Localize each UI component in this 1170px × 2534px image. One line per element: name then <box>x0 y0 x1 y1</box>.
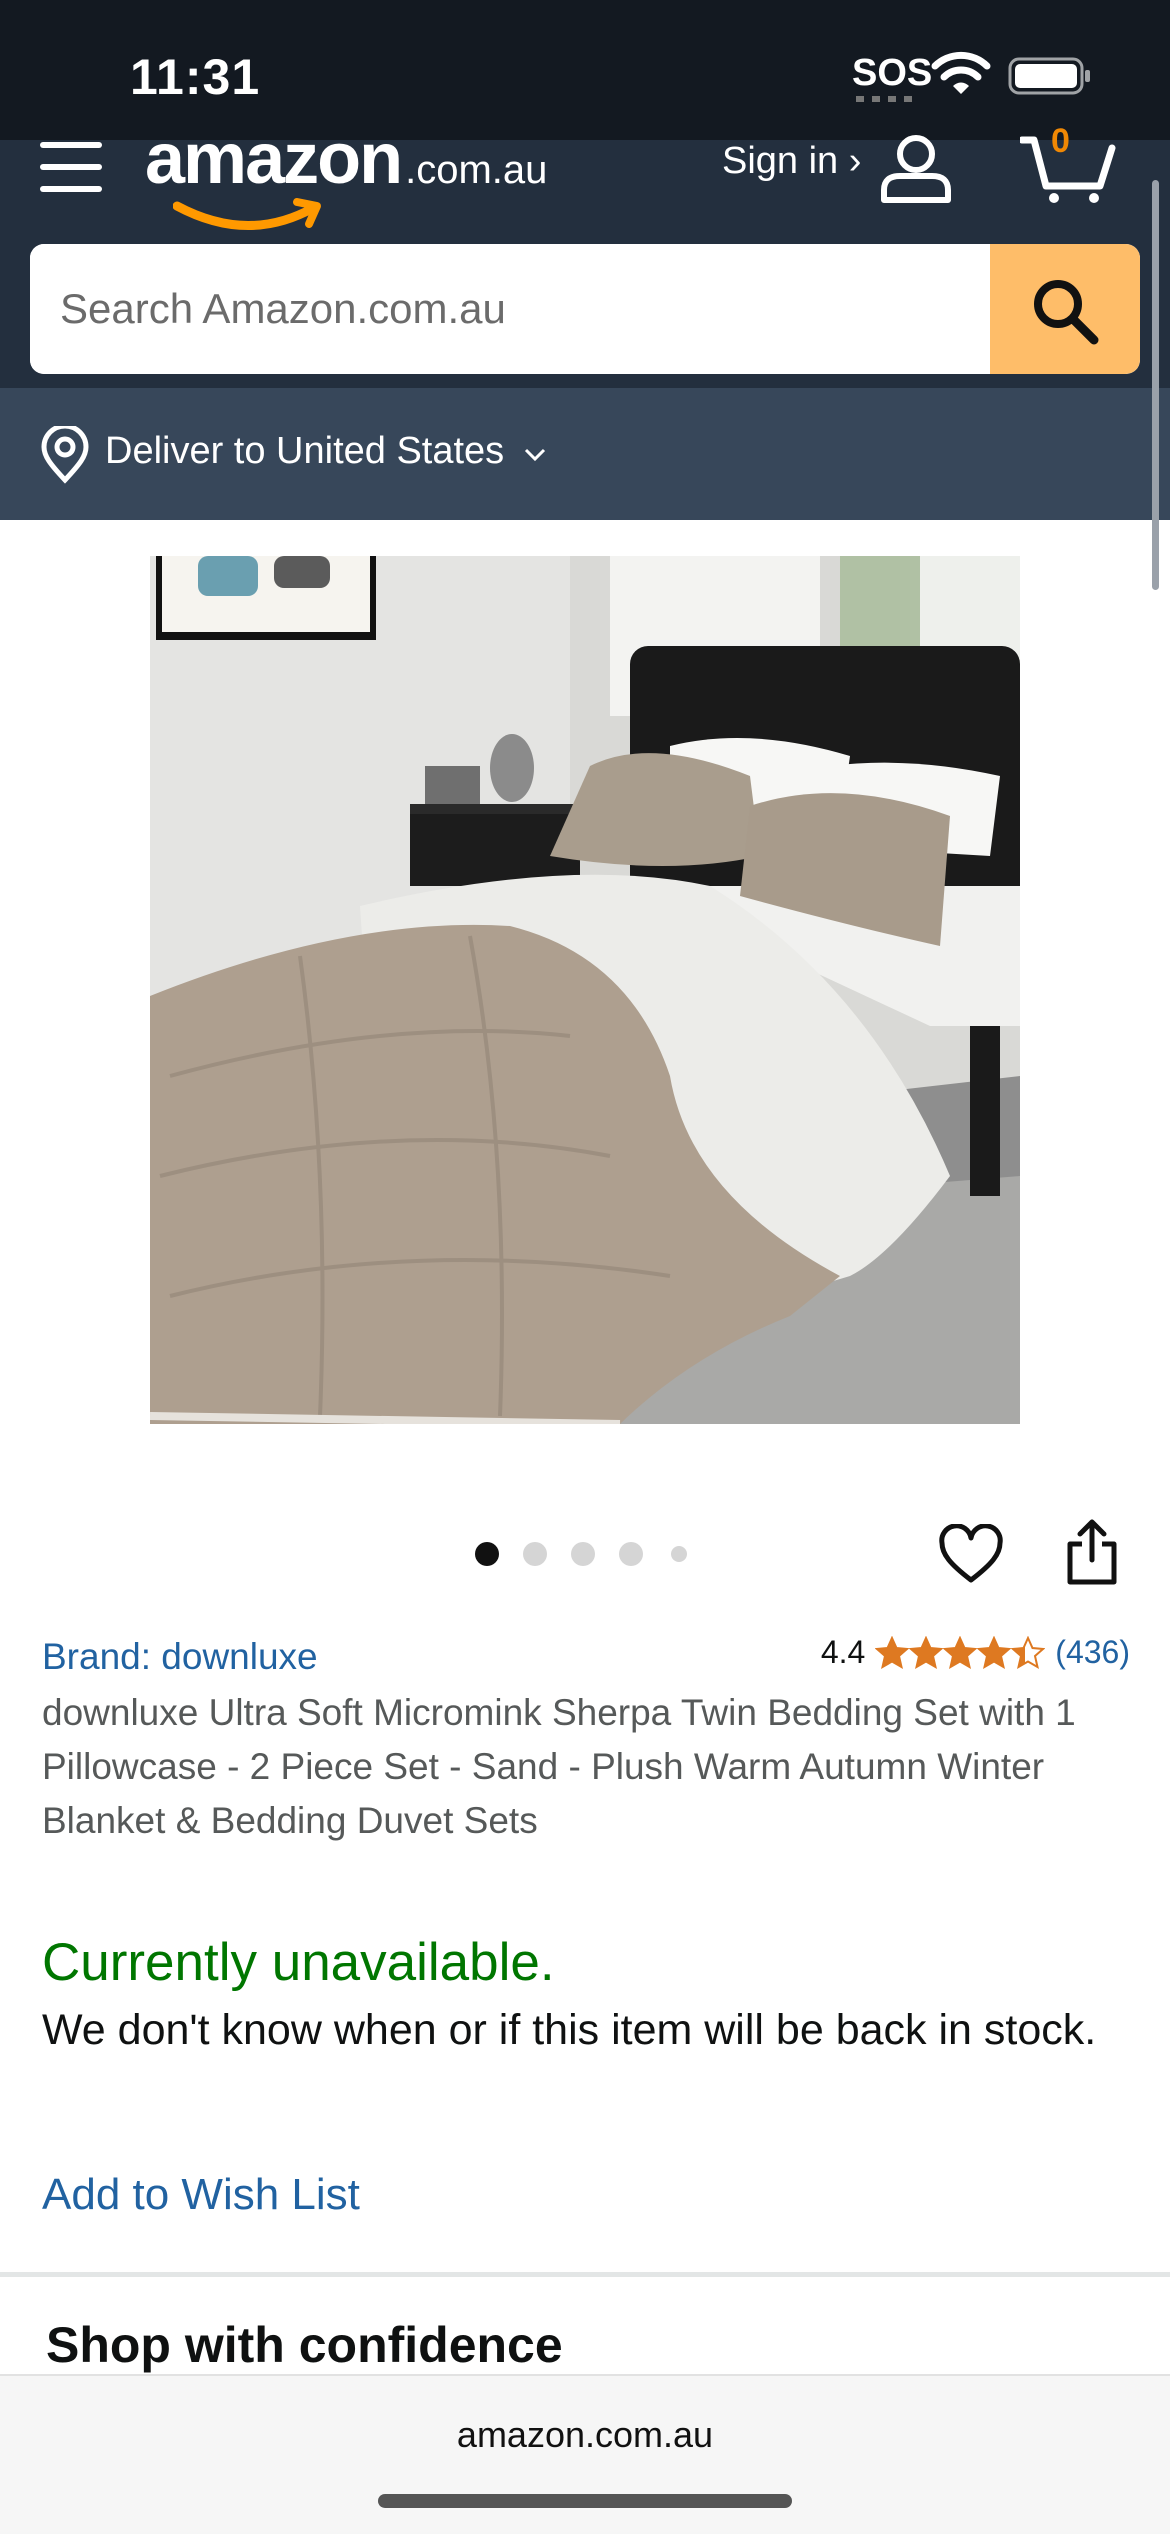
heart-icon[interactable] <box>938 1524 1004 1586</box>
sign-in-link[interactable]: Sign in › <box>722 140 861 183</box>
carousel-dot[interactable] <box>571 1542 595 1566</box>
section-divider <box>0 2272 1170 2277</box>
status-time: 11:31 <box>130 49 261 105</box>
rating-summary[interactable]: 4.4 (436) <box>821 1634 1130 1671</box>
product-image[interactable] <box>150 556 1020 1424</box>
chevron-down-icon <box>524 448 546 462</box>
add-to-wish-list-link[interactable]: Add to Wish List <box>42 2170 360 2220</box>
star-icon <box>875 1635 910 1669</box>
battery-icon <box>1008 57 1090 95</box>
menu-icon[interactable] <box>40 142 102 196</box>
star-icon <box>977 1635 1012 1669</box>
carousel-dot[interactable] <box>619 1542 643 1566</box>
section-heading-shop-confidence: Shop with confidence <box>46 2317 563 2373</box>
bedding-photo <box>150 556 1020 1424</box>
product-title: downluxe Ultra Soft Micromink Sherpa Twi… <box>42 1692 1076 1841</box>
star-icon <box>943 1635 978 1669</box>
carousel-dot[interactable] <box>671 1546 687 1562</box>
wifi-icon <box>931 51 991 94</box>
search-icon <box>1034 280 1099 345</box>
cart-count: 0 <box>1051 122 1070 160</box>
availability-note: We don't know when or if this item will … <box>42 2006 1097 2054</box>
availability-status: Currently unavailable. <box>42 1933 555 1992</box>
amazon-logo[interactable]: amazon .com.au <box>145 118 548 230</box>
location-pin-icon <box>41 426 89 484</box>
search-input[interactable] <box>30 244 990 374</box>
rating-value: 4.4 <box>820 1634 866 1670</box>
rating-stars <box>875 1635 1046 1670</box>
carousel-dot[interactable] <box>523 1542 547 1566</box>
browser-bottom-bar: amazon.com.au <box>0 2374 1170 2534</box>
star-icon <box>909 1635 944 1669</box>
signal-dots-icon <box>856 96 914 102</box>
smile-arrow-icon <box>173 198 321 230</box>
deliver-to-bar[interactable]: Deliver to United States <box>0 388 1170 520</box>
header-navbar: amazon .com.au Sign in › 0 <box>0 119 1170 388</box>
search-button[interactable] <box>990 244 1140 374</box>
scrollbar[interactable] <box>1152 180 1159 590</box>
search-bar <box>30 244 1140 374</box>
url-field[interactable]: amazon.com.au <box>0 2414 1170 2456</box>
share-icon[interactable] <box>1064 1518 1120 1586</box>
logo-wordmark: amazon <box>145 119 403 199</box>
logo-domain: .com.au <box>405 148 548 192</box>
deliver-to-label: Deliver to United States <box>105 430 505 472</box>
user-icon[interactable] <box>878 132 954 204</box>
rating-count[interactable]: (436) <box>1055 1634 1130 1671</box>
sos-indicator: SOS <box>852 52 933 94</box>
carousel-dot-active[interactable] <box>475 1542 499 1566</box>
home-indicator[interactable] <box>378 2494 792 2508</box>
star-icon <box>1011 1635 1046 1669</box>
brand-link[interactable]: Brand: downluxe <box>42 1636 318 1678</box>
